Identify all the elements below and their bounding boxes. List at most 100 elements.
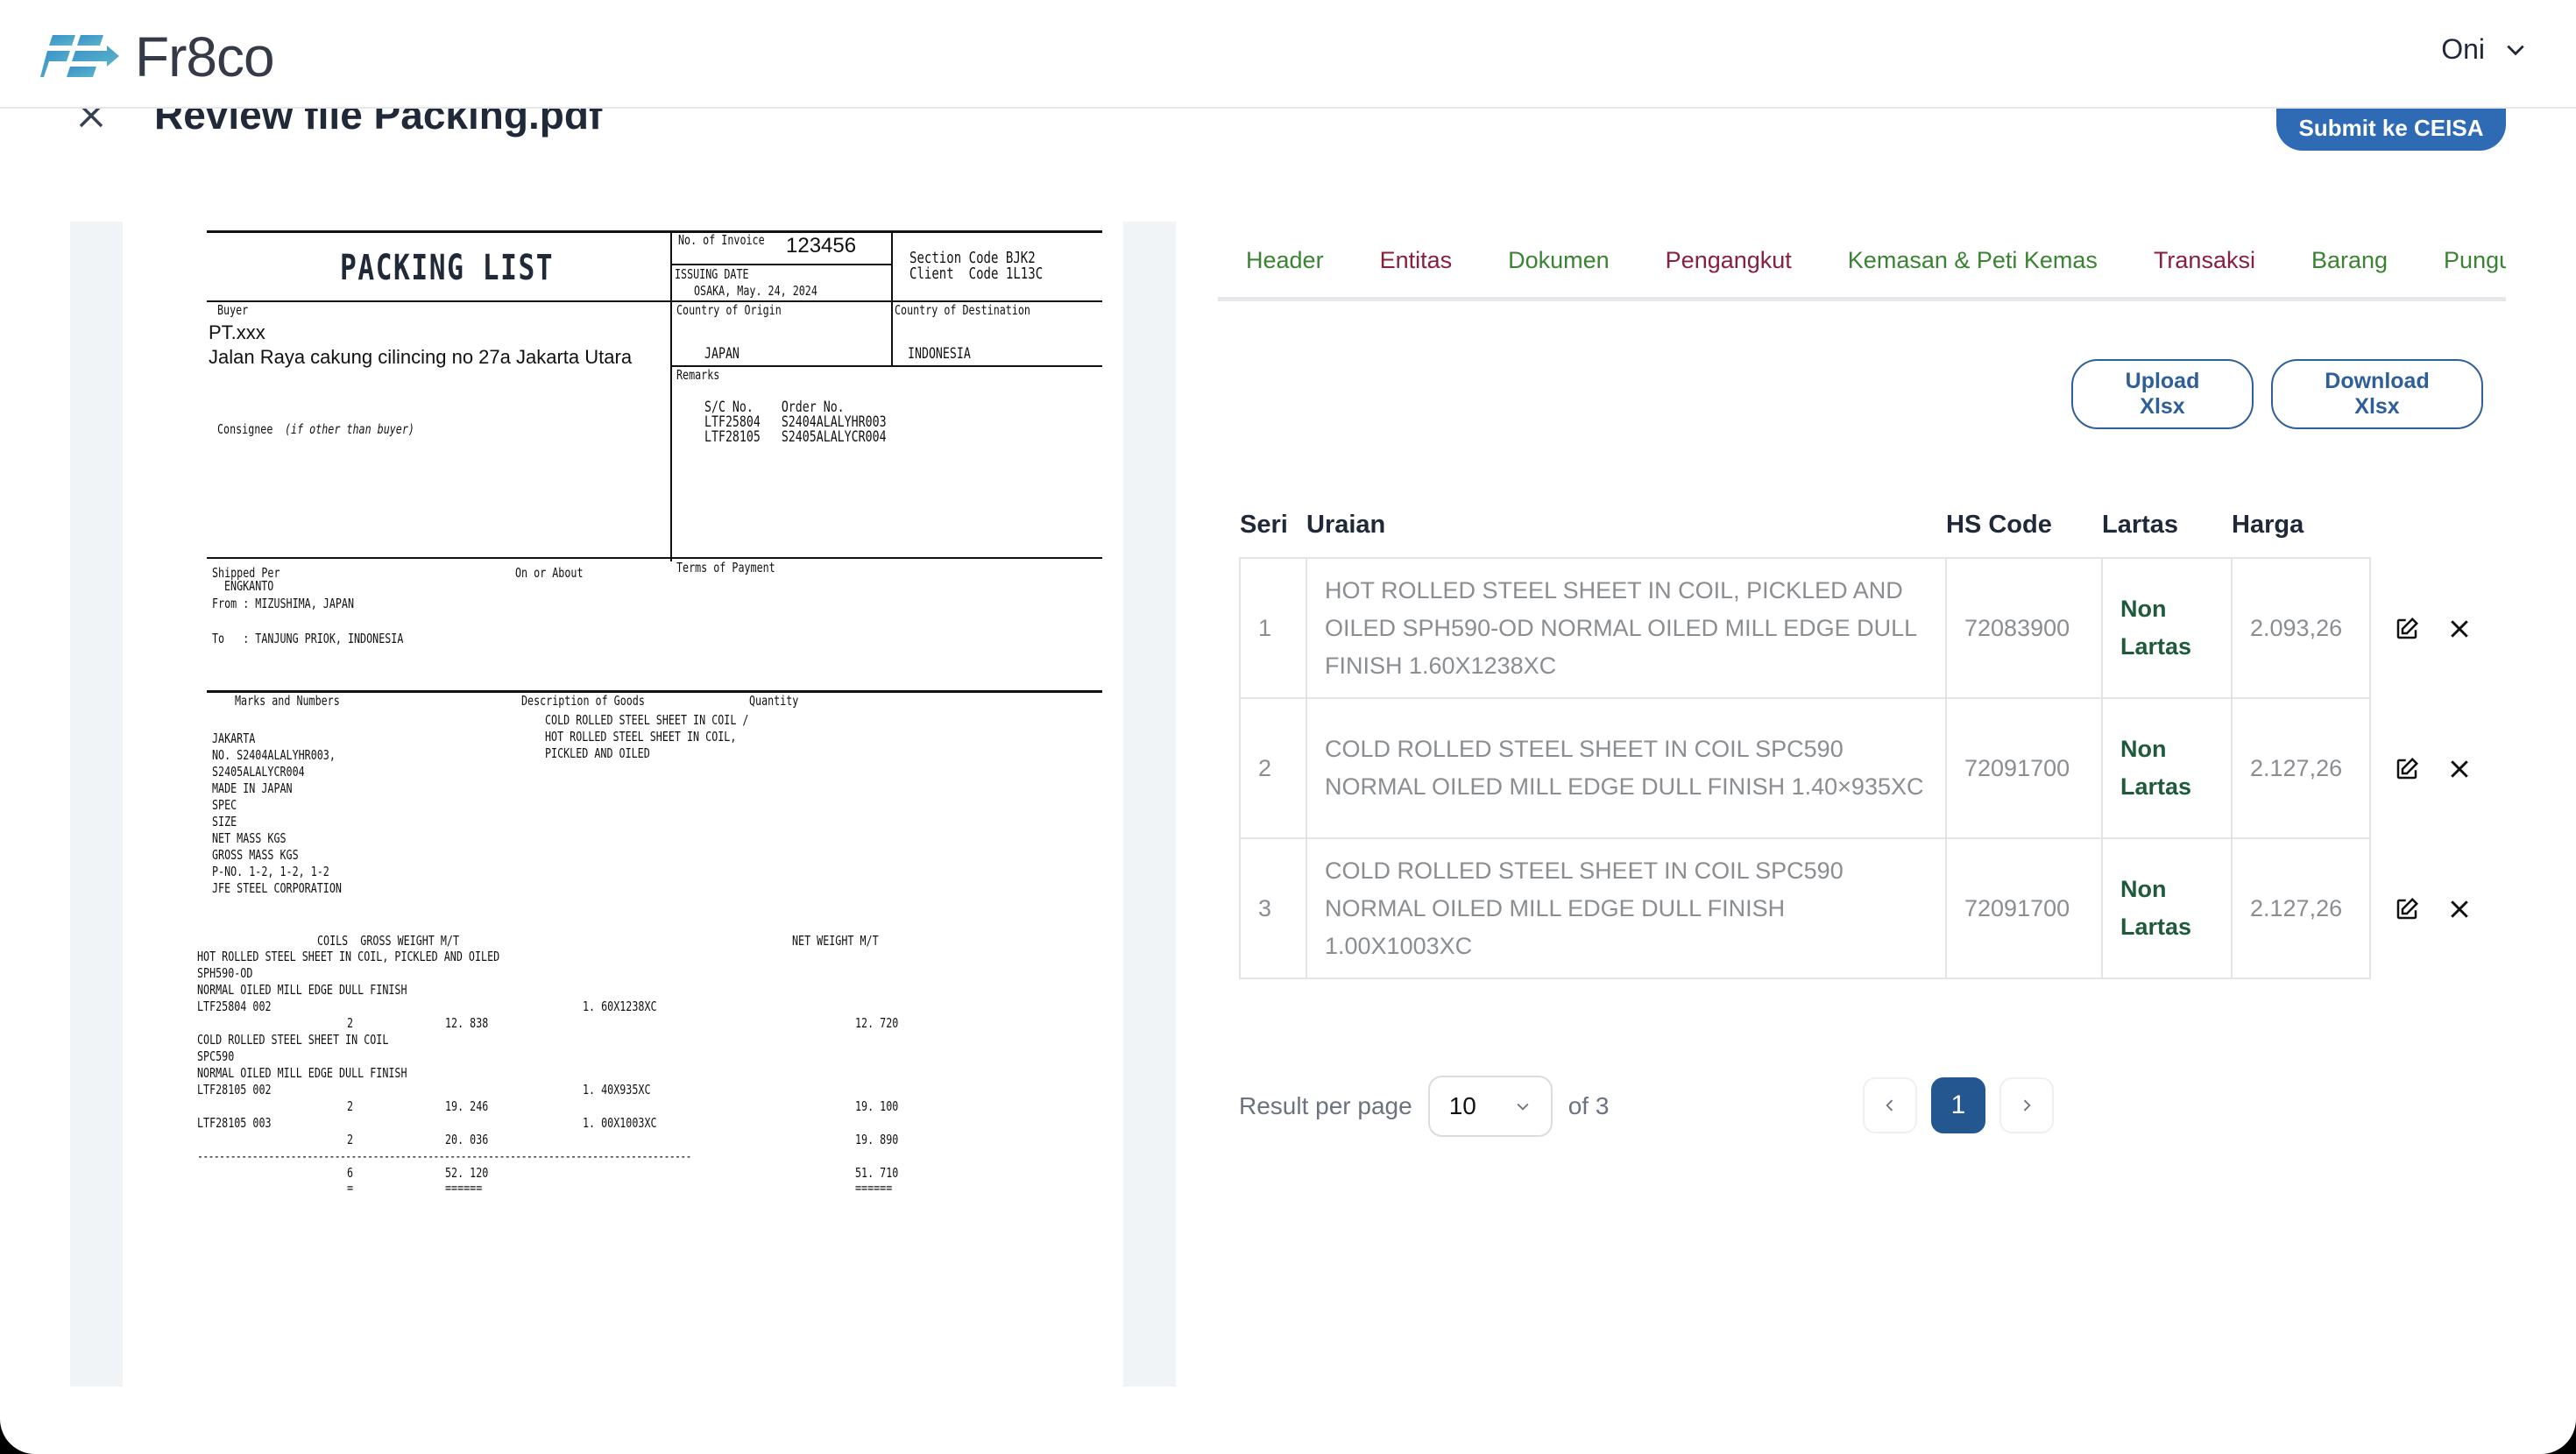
total-underline: =	[347, 1180, 354, 1196]
upload-xlsx-button[interactable]: Upload Xlsx	[2071, 359, 2254, 429]
goods-block-1: HOT ROLLED STEEL SHEET IN COIL, PICKLED …	[197, 949, 500, 1014]
total-underline: ======	[445, 1180, 483, 1196]
cell-lartas: Non Lartas	[2101, 557, 2233, 699]
remarks-text: S/C No. Order No. LTF25804 S2404ALALYHR0…	[704, 399, 887, 446]
edit-icon[interactable]	[2394, 756, 2420, 782]
description-text: COLD ROLLED STEEL SHEET IN COIL / HOT RO…	[545, 712, 749, 761]
vessel-name: ENGKANTO	[224, 578, 274, 594]
total-pages: of 3	[1568, 1092, 1610, 1119]
cell-lartas: Non Lartas	[2101, 837, 2233, 979]
goods-block-3: LTF28105 003	[197, 1115, 272, 1131]
chevron-down-icon	[2507, 45, 2524, 55]
doc-rule	[207, 230, 1102, 233]
ship-from: From : MIZUSHIMA, JAPAN	[212, 596, 355, 611]
cell-seri: 2	[1239, 697, 1307, 839]
line-size: 1. 40X935XC	[583, 1082, 651, 1098]
table-row: 3 COLD ROLLED STEEL SHEET IN COIL SPC590…	[1239, 837, 2493, 979]
row-actions	[2370, 698, 2493, 838]
line-gross: 20. 036	[445, 1132, 489, 1147]
download-xlsx-button[interactable]: Download Xlsx	[2271, 359, 2483, 429]
column-header-harga: Harga	[2232, 511, 2304, 539]
table-header-row: Seri Uraian HS Code Lartas Harga	[1240, 504, 2493, 558]
page-button-current[interactable]: 1	[1931, 1077, 1985, 1133]
tab-entitas[interactable]: Entitas	[1352, 236, 1481, 297]
line-coils: 2	[347, 1098, 354, 1114]
next-page-button[interactable]	[1999, 1077, 2054, 1133]
line-gross: 12. 838	[445, 1015, 489, 1031]
weights-header: COILS GROSS WEIGHT M/T	[317, 933, 460, 949]
per-page-value: 10	[1448, 1092, 1476, 1119]
brand-name: Fr8co	[135, 25, 275, 88]
doc-rule	[670, 264, 891, 265]
net-weight-header: NET WEIGHT M/T	[792, 933, 879, 949]
column-header-seri: Seri	[1240, 511, 1288, 539]
origin-label: Country of Origin	[676, 302, 782, 318]
column-header-uraian: Uraian	[1306, 511, 1386, 539]
invoice-number: 123456	[786, 234, 857, 258]
consignee-note: (if other than buyer)	[285, 421, 414, 437]
table-actions: Upload Xlsx Download Xlsx	[2071, 359, 2483, 429]
cell-harga: 2.093,26	[2231, 557, 2371, 699]
buyer-address: Jalan Raya cakung cilincing no 27a Jakar…	[209, 346, 633, 368]
user-name: Oni	[2441, 33, 2485, 65]
description-label: Description of Goods	[521, 693, 645, 709]
chevron-right-icon	[2023, 1099, 2031, 1112]
edit-icon[interactable]	[2394, 896, 2420, 922]
buyer-name: PT.xxx	[209, 321, 265, 343]
destination-value: INDONESIA	[908, 345, 971, 363]
buyer-label: Buyer	[217, 302, 249, 318]
row-actions	[2370, 558, 2493, 698]
pdf-viewer[interactable]: PACKING LIST No. of Invoice 123456 ISSUI…	[70, 222, 1176, 1387]
total-underline: ======	[855, 1180, 893, 1196]
client-code: Client Code 1L13C	[909, 265, 1044, 283]
doc-rule	[670, 230, 672, 561]
app-window: Fr8co Oni Review file Packing.pdf Submit…	[0, 0, 2576, 1454]
cell-lartas: Non Lartas	[2101, 697, 2233, 839]
cell-hs-code: 72091700	[1945, 837, 2103, 979]
line-net: 12. 720	[855, 1015, 899, 1031]
line-size: 1. 60X1238XC	[583, 999, 657, 1014]
result-per-page-label: Result per page	[1239, 1092, 1412, 1119]
row-actions	[2370, 838, 2493, 978]
tab-dokumen[interactable]: Dokumen	[1480, 236, 1638, 297]
ship-to: To : TANJUNG PRIOK, INDONESIA	[212, 631, 404, 646]
brand-logo[interactable]: Fr8co	[40, 25, 275, 89]
column-header-hs-code: HS Code	[1946, 511, 2052, 539]
prev-page-button[interactable]	[1863, 1077, 1917, 1133]
dashed-separator: ----------------------------------------…	[197, 1148, 692, 1164]
per-page-select[interactable]: 10	[1427, 1076, 1553, 1137]
line-coils: 2	[347, 1132, 354, 1147]
delete-icon[interactable]	[2446, 756, 2473, 782]
tab-barang[interactable]: Barang	[2283, 236, 2416, 297]
tab-transaksi[interactable]: Transaksi	[2126, 236, 2283, 297]
tab-pungutan[interactable]: Pungutan	[2416, 236, 2506, 297]
pdf-page: PACKING LIST No. of Invoice 123456 ISSUI…	[123, 222, 1123, 1387]
tab-kemasan-peti-kemas[interactable]: Kemasan & Peti Kemas	[1820, 236, 2126, 297]
cell-uraian: COLD ROLLED STEEL SHEET IN COIL SPC590 N…	[1306, 837, 1947, 979]
remarks-label: Remarks	[676, 367, 720, 383]
line-net: 19. 890	[855, 1132, 899, 1147]
pagination: Result per page 10 of 3 1	[1239, 1076, 2063, 1137]
issuing-date: OSAKA, May. 24, 2024	[694, 283, 817, 299]
chevron-left-icon	[1886, 1099, 1893, 1112]
cell-harga: 2.127,26	[2231, 837, 2371, 979]
page-buttons: 1	[1863, 1077, 2054, 1133]
marks-text: JAKARTA NO. S2404ALALYHR003, S2405ALALYC…	[212, 731, 342, 896]
edit-icon[interactable]	[2394, 616, 2420, 642]
user-menu[interactable]: Oni	[2441, 33, 2527, 66]
top-bar: Fr8co Oni	[0, 0, 2576, 109]
delete-icon[interactable]	[2446, 896, 2473, 922]
cell-seri: 3	[1239, 837, 1307, 979]
delete-icon[interactable]	[2446, 616, 2473, 642]
line-coils: 2	[347, 1015, 354, 1031]
on-or-about-label: On or About	[515, 565, 584, 581]
tab-header[interactable]: Header	[1218, 236, 1352, 297]
column-header-actions	[2370, 504, 2493, 558]
doc-rule	[891, 230, 893, 365]
table-row: 1 HOT ROLLED STEEL SHEET IN COIL, PICKLE…	[1239, 557, 2493, 699]
doc-title: PACKING LIST	[340, 248, 555, 288]
origin-value: JAPAN	[704, 345, 740, 363]
consignee-label: Consignee	[217, 421, 273, 437]
section-tabs: Header Entitas Dokumen Pengangkut Kemasa…	[1218, 236, 2506, 301]
tab-pengangkut[interactable]: Pengangkut	[1638, 236, 1820, 297]
